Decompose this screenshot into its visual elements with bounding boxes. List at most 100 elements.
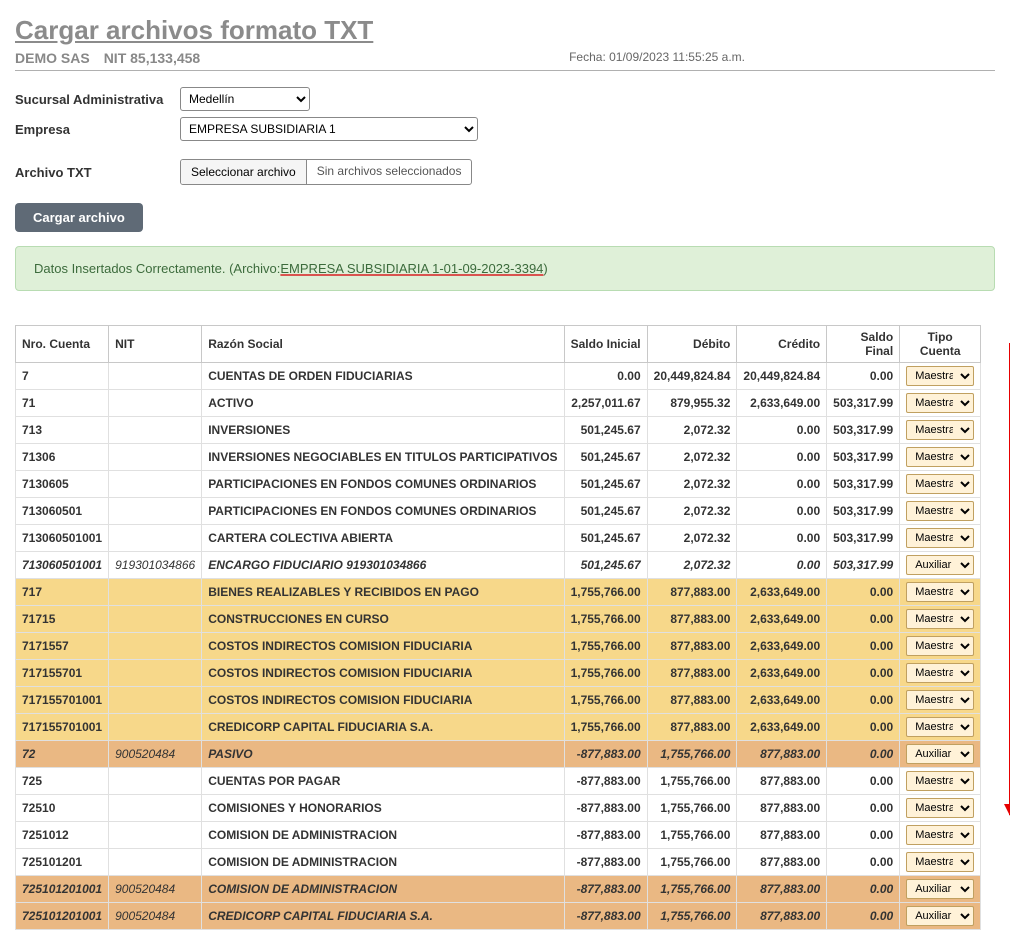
cell: CUENTAS POR PAGAR	[202, 768, 564, 795]
col-header: NIT	[109, 326, 202, 363]
empresa-label: Empresa	[15, 122, 180, 137]
cell: 1,755,766.00	[564, 606, 647, 633]
cell: 0.00	[827, 579, 900, 606]
tipo-cuenta-select[interactable]: MaestraAuxiliar	[906, 717, 974, 737]
cell: 725101201	[16, 849, 109, 876]
tipo-cuenta-select[interactable]: MaestraAuxiliar	[906, 663, 974, 683]
tipo-cuenta-select[interactable]: MaestraAuxiliar	[906, 366, 974, 386]
tipo-cuenta-select[interactable]: MaestraAuxiliar	[906, 690, 974, 710]
cell: 0.00	[737, 444, 827, 471]
cell: 877,883.00	[647, 606, 737, 633]
cell: -877,883.00	[564, 795, 647, 822]
tipo-cuenta-select[interactable]: MaestraAuxiliar	[906, 393, 974, 413]
cell: 501,245.67	[564, 498, 647, 525]
cell: 0.00	[827, 606, 900, 633]
tipo-cuenta-select[interactable]: MaestraAuxiliar	[906, 609, 974, 629]
table-row: 713060501001919301034866ENCARGO FIDUCIAR…	[16, 552, 981, 579]
cell: PARTICIPACIONES EN FONDOS COMUNES ORDINA…	[202, 498, 564, 525]
tipo-cuenta-select[interactable]: MaestraAuxiliar	[906, 852, 974, 872]
tipo-cuenta-select[interactable]: MaestraAuxiliar	[906, 501, 974, 521]
table-row: 72900520484PASIVO-877,883.001,755,766.00…	[16, 741, 981, 768]
table-row: 725101201001900520484CREDICORP CAPITAL F…	[16, 903, 981, 930]
table-row: 7130605PARTICIPACIONES EN FONDOS COMUNES…	[16, 471, 981, 498]
cell: 0.00	[737, 552, 827, 579]
col-header: Nro. Cuenta	[16, 326, 109, 363]
col-header: Tipo Cuenta	[900, 326, 981, 363]
cell: 503,317.99	[827, 525, 900, 552]
cell: 0.00	[827, 822, 900, 849]
cell	[109, 822, 202, 849]
cell: 1,755,766.00	[564, 633, 647, 660]
cell: ENCARGO FIDUCIARIO 919301034866	[202, 552, 564, 579]
table-row: 725101201COMISION DE ADMINISTRACION-877,…	[16, 849, 981, 876]
cell: 2,633,649.00	[737, 606, 827, 633]
cell: 2,072.32	[647, 552, 737, 579]
cell	[109, 390, 202, 417]
alert-file-link[interactable]: EMPRESA SUBSIDIARIA 1-01-09-2023-3394	[280, 261, 543, 276]
tipo-cuenta-select[interactable]: MaestraAuxiliar	[906, 798, 974, 818]
cell: 2,072.32	[647, 444, 737, 471]
cell: 0.00	[737, 471, 827, 498]
cell: COSTOS INDIRECTOS COMISION FIDUCIARIA	[202, 633, 564, 660]
table-row: 71715CONSTRUCCIONES EN CURSO1,755,766.00…	[16, 606, 981, 633]
cell: 717155701001	[16, 687, 109, 714]
cell: 0.00	[737, 525, 827, 552]
sucursal-select[interactable]: Medellín	[180, 87, 310, 111]
cell: 7130605	[16, 471, 109, 498]
cell: 0.00	[827, 876, 900, 903]
cell: 501,245.67	[564, 444, 647, 471]
cell: 1,755,766.00	[564, 660, 647, 687]
cell: 0.00	[827, 687, 900, 714]
cell-tipo: MaestraAuxiliar	[900, 876, 981, 903]
load-file-button[interactable]: Cargar archivo	[15, 203, 143, 232]
cell	[109, 606, 202, 633]
cell: 0.00	[737, 498, 827, 525]
cell-tipo: MaestraAuxiliar	[900, 471, 981, 498]
table-row: 7171557COSTOS INDIRECTOS COMISION FIDUCI…	[16, 633, 981, 660]
tipo-cuenta-select[interactable]: MaestraAuxiliar	[906, 825, 974, 845]
cell	[109, 525, 202, 552]
sucursal-label: Sucursal Administrativa	[15, 92, 180, 107]
cell: 1,755,766.00	[647, 822, 737, 849]
cell: 503,317.99	[827, 498, 900, 525]
table-row: 713INVERSIONES501,245.672,072.320.00503,…	[16, 417, 981, 444]
tipo-cuenta-select[interactable]: MaestraAuxiliar	[906, 447, 974, 467]
tipo-cuenta-select[interactable]: MaestraAuxiliar	[906, 879, 974, 899]
tipo-cuenta-select[interactable]: MaestraAuxiliar	[906, 528, 974, 548]
cell-tipo: MaestraAuxiliar	[900, 714, 981, 741]
empresa-select[interactable]: EMPRESA SUBSIDIARIA 1	[180, 117, 478, 141]
cell: 717	[16, 579, 109, 606]
cell: -877,883.00	[564, 876, 647, 903]
tipo-cuenta-select[interactable]: MaestraAuxiliar	[906, 771, 974, 791]
table-row: 7CUENTAS DE ORDEN FIDUCIARIAS0.0020,449,…	[16, 363, 981, 390]
cell: 501,245.67	[564, 525, 647, 552]
cell: 877,883.00	[647, 660, 737, 687]
file-picker: Seleccionar archivo Sin archivos selecci…	[180, 159, 472, 185]
tipo-cuenta-select[interactable]: MaestraAuxiliar	[906, 636, 974, 656]
tipo-cuenta-select[interactable]: MaestraAuxiliar	[906, 555, 974, 575]
cell	[109, 444, 202, 471]
file-status: Sin archivos seleccionados	[307, 160, 472, 184]
cell: COMISION DE ADMINISTRACION	[202, 876, 564, 903]
cell: 503,317.99	[827, 417, 900, 444]
cell: 0.00	[737, 417, 827, 444]
nit-label: NIT 85,133,458	[104, 50, 201, 66]
cell: 2,072.32	[647, 498, 737, 525]
cell: -877,883.00	[564, 849, 647, 876]
file-select-button[interactable]: Seleccionar archivo	[181, 160, 307, 184]
cell	[109, 795, 202, 822]
tipo-cuenta-select[interactable]: MaestraAuxiliar	[906, 582, 974, 602]
cell-tipo: MaestraAuxiliar	[900, 606, 981, 633]
tipo-cuenta-select[interactable]: MaestraAuxiliar	[906, 474, 974, 494]
cell: 877,883.00	[737, 768, 827, 795]
tipo-cuenta-select[interactable]: MaestraAuxiliar	[906, 420, 974, 440]
cell-tipo: MaestraAuxiliar	[900, 903, 981, 930]
cell-tipo: MaestraAuxiliar	[900, 525, 981, 552]
tipo-cuenta-select[interactable]: MaestraAuxiliar	[906, 906, 974, 926]
tipo-cuenta-select[interactable]: MaestraAuxiliar	[906, 744, 974, 764]
cell: 2,072.32	[647, 417, 737, 444]
cell: 713060501001	[16, 552, 109, 579]
archivo-label: Archivo TXT	[15, 165, 180, 180]
alert-suffix: )	[543, 261, 547, 276]
cell-tipo: MaestraAuxiliar	[900, 849, 981, 876]
